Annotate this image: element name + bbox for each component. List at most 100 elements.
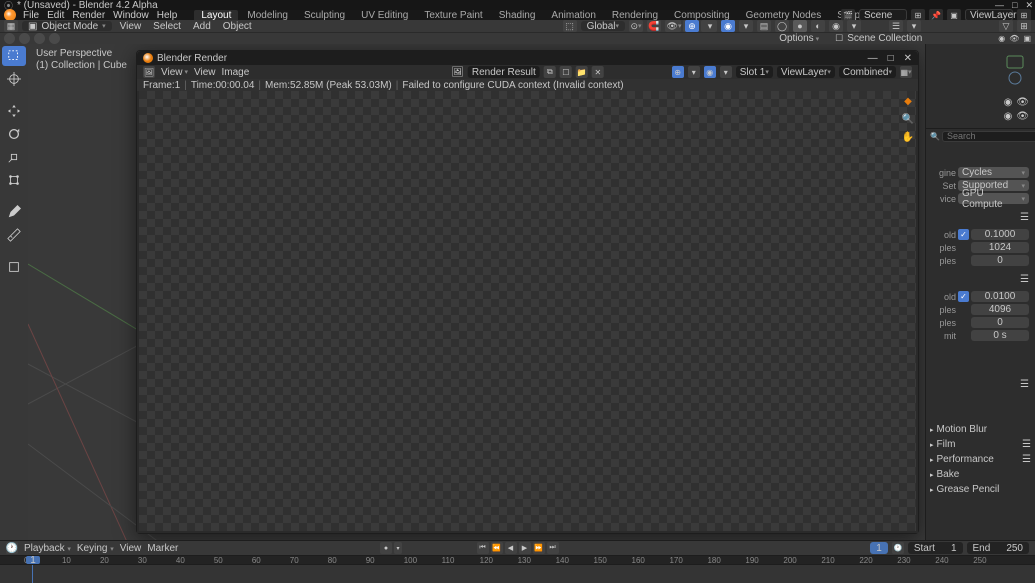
tab-uv-editing[interactable]: UV Editing — [354, 10, 415, 21]
open-image-button[interactable]: 📁 — [576, 66, 588, 78]
transform-orientation[interactable]: Global ▾ — [581, 21, 625, 31]
timeline-ruler[interactable]: 0102030405060708090100110120130140150160… — [0, 555, 1035, 565]
advanced-header[interactable]: ☰ — [926, 377, 1035, 392]
restrict-select-icon[interactable]: ◉ — [1004, 96, 1013, 110]
image-gizmo-dropdown[interactable]: ▾ — [688, 66, 700, 78]
restrict-viewport-icon[interactable]: 👁 — [1016, 96, 1029, 110]
render-canvas[interactable]: ◆ 🔍 ✋ — [137, 91, 918, 533]
tab-modeling[interactable]: Modeling — [240, 10, 295, 21]
tab-animation[interactable]: Animation — [544, 10, 602, 21]
image-editor-type[interactable]: 🖼 — [143, 66, 155, 78]
outliner-filter-icon[interactable]: ▽ — [999, 20, 1013, 32]
pivot-icon[interactable]: ⊙▾ — [629, 20, 643, 32]
shade-ball-1[interactable] — [4, 33, 15, 44]
timeline-view-menu[interactable]: View — [120, 543, 142, 554]
play-reverse-button[interactable]: ◀ — [505, 542, 517, 554]
shading-dropdown[interactable]: ▾ — [847, 20, 861, 32]
end-frame-field[interactable]: End 250 — [967, 542, 1029, 554]
visibility-icon[interactable]: 👁▾ — [667, 20, 681, 32]
snap-icon[interactable]: 🧲 — [647, 20, 661, 32]
performance-header[interactable]: Performance☰ — [926, 452, 1035, 467]
menu-edit[interactable]: Edit — [44, 10, 67, 21]
tab-layout[interactable]: Layout — [194, 10, 238, 21]
list-icon[interactable]: ☰ — [1022, 439, 1031, 450]
autokey-dropdown[interactable]: ▾ — [394, 542, 402, 554]
object-menu[interactable]: Object — [219, 21, 256, 32]
restrict-select-icon[interactable]: ◉ — [1004, 110, 1013, 124]
tab-geometry-nodes[interactable]: Geometry Nodes — [739, 10, 829, 21]
prev-keyframe-button[interactable]: ⏪ — [491, 542, 503, 554]
motion-blur-header[interactable]: Motion Blur — [926, 422, 1035, 437]
tab-sculpting[interactable]: Sculpting — [297, 10, 352, 21]
vp-min-field[interactable]: 0 — [971, 255, 1029, 266]
annotate-tool[interactable] — [2, 202, 26, 222]
slot-field[interactable]: Slot 1 ▾ — [736, 66, 773, 78]
jump-end-button[interactable]: ⏭ — [547, 542, 559, 554]
render-minimize-button[interactable]: — — [868, 53, 878, 64]
tab-texture-paint[interactable]: Texture Paint — [417, 10, 489, 21]
current-frame-field[interactable]: 1 — [870, 542, 888, 554]
properties-search-input[interactable] — [942, 131, 1035, 142]
vp-noise-field[interactable]: 0.1000 — [971, 229, 1029, 240]
menu-render[interactable]: Render — [69, 10, 108, 21]
device-field[interactable]: GPU Compute▾ — [958, 193, 1029, 204]
sampling-viewport-header[interactable]: ☰ — [926, 210, 1035, 225]
gizmo-toggle[interactable]: ⊕ — [685, 20, 699, 32]
list-icon[interactable]: ☰ — [1020, 274, 1029, 285]
tab-rendering[interactable]: Rendering — [605, 10, 665, 21]
render-close-button[interactable]: ✕ — [904, 53, 912, 64]
sampling-render-header[interactable]: ☰ — [926, 272, 1035, 287]
render-maximize-button[interactable]: □ — [888, 53, 894, 64]
gizmo-dropdown[interactable]: ▾ — [703, 20, 717, 32]
rd-min-field[interactable]: 0 — [971, 317, 1029, 328]
shading-solid[interactable]: ● — [793, 20, 807, 32]
nav-gizmo[interactable]: ◆ — [902, 95, 914, 107]
grease-pencil-header[interactable]: Grease Pencil — [926, 482, 1035, 497]
list-icon[interactable]: ☰ — [1022, 454, 1031, 465]
options-dropdown[interactable]: Options ▾ — [779, 33, 819, 44]
bake-header[interactable]: Bake — [926, 467, 1035, 482]
timeline-editor-icon[interactable]: 🕐 — [6, 542, 18, 554]
pass-field[interactable]: Combined ▾ — [839, 66, 896, 78]
viewlayer-field[interactable]: ViewLayer ▾ — [777, 66, 835, 78]
list-icon[interactable]: ☰ — [1020, 212, 1029, 223]
menu-help[interactable]: Help — [154, 10, 181, 21]
outliner-editor-icon[interactable]: ☰ — [889, 20, 903, 32]
rd-time-field[interactable]: 0 s — [971, 330, 1029, 341]
orientation-icon[interactable]: ⬚ — [563, 20, 577, 32]
cursor-tool[interactable] — [2, 69, 26, 89]
scale-tool[interactable] — [2, 147, 26, 167]
transform-tool[interactable] — [2, 170, 26, 190]
playhead-line[interactable] — [32, 565, 33, 583]
render-result-field[interactable]: Render Result — [468, 66, 540, 78]
overlay-toggle[interactable]: ◉ — [721, 20, 735, 32]
shading-wireframe[interactable]: ◯ — [775, 20, 789, 32]
image-gizmo-toggle[interactable]: ⊕ — [672, 66, 684, 78]
vp-max-field[interactable]: 1024 — [971, 242, 1029, 253]
play-button[interactable]: ▶ — [519, 542, 531, 554]
jump-start-button[interactable]: ⏮ — [477, 542, 489, 554]
fake-user-button[interactable]: ⧉ — [544, 66, 556, 78]
render-view-mode[interactable]: View▾ — [161, 67, 188, 78]
mode-select[interactable]: ▣ Object Mode ▾ — [22, 21, 112, 31]
render-engine-field[interactable]: Cycles▾ — [958, 167, 1029, 178]
outliner-new-collection[interactable]: ⊞ — [1017, 20, 1031, 32]
tab-shading[interactable]: Shading — [492, 10, 543, 21]
playhead-cursor[interactable]: 1 — [26, 556, 40, 564]
outliner-camera-row[interactable] — [930, 48, 1031, 96]
scene-collection-label[interactable]: Scene Collection — [847, 33, 922, 44]
move-tool[interactable] — [2, 101, 26, 121]
zoom-icon[interactable]: 🔍 — [902, 113, 914, 125]
rd-max-field[interactable]: 4096 — [971, 304, 1029, 315]
unlink-image-button[interactable]: ✕ — [592, 66, 604, 78]
image-overlay-toggle[interactable]: ◉ — [704, 66, 716, 78]
outliner-display-mode[interactable]: ▾ — [907, 20, 921, 32]
editor-type-icon[interactable]: ▦ — [4, 20, 18, 32]
shade-ball-4[interactable] — [49, 33, 60, 44]
collection-toggle-2[interactable]: 👁 — [1009, 34, 1019, 43]
collection-toggle-1[interactable]: ◉ — [998, 34, 1005, 43]
add-cube-tool[interactable] — [2, 257, 26, 277]
shading-rendered[interactable]: ◉ — [829, 20, 843, 32]
rotate-tool[interactable] — [2, 124, 26, 144]
render-view-menu[interactable]: View — [194, 67, 216, 78]
